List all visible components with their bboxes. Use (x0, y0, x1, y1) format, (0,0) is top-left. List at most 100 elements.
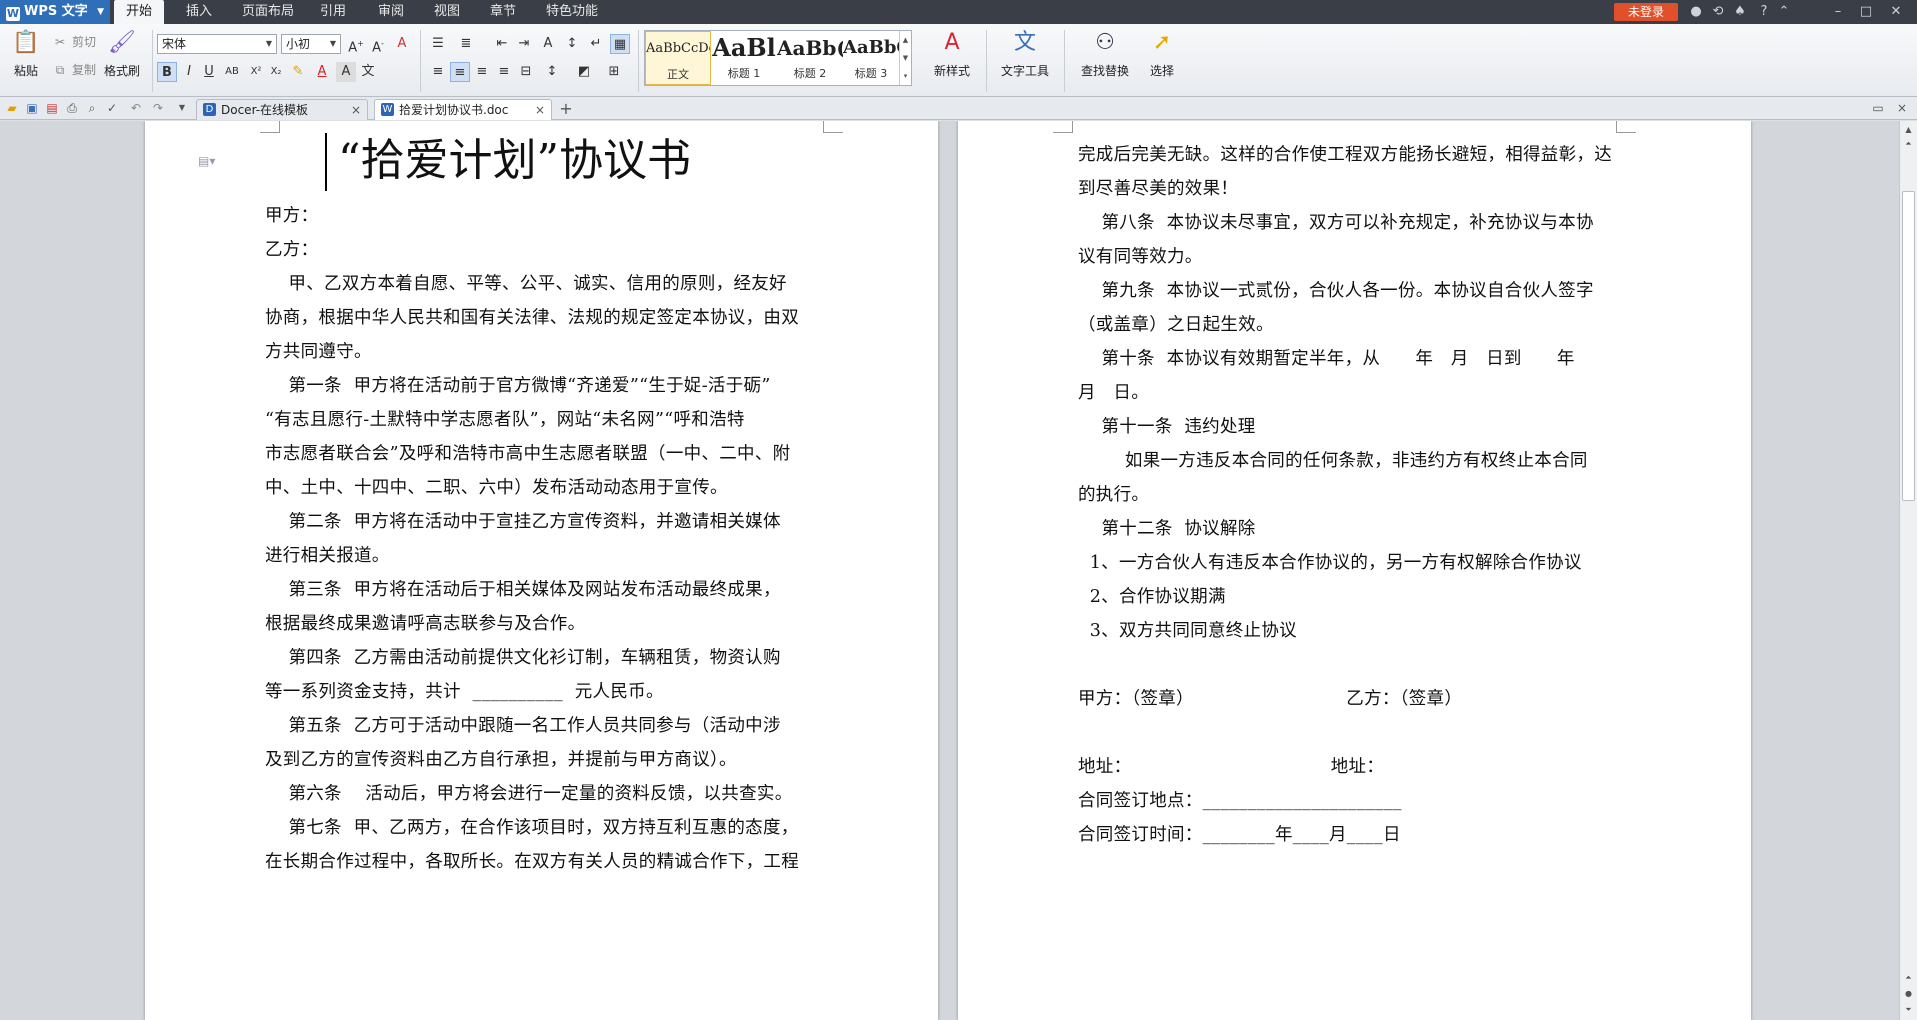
help-icon[interactable]: ? (1756, 4, 1772, 20)
divider (152, 30, 153, 92)
align-center-icon[interactable]: ≡ (450, 62, 470, 82)
chinese-layout-icon[interactable]: A (538, 34, 558, 54)
document-line: 第三条 甲方将在活动后于相关媒体及网站发布活动最终成果， (265, 580, 781, 600)
align-right-icon[interactable]: ≡ (472, 62, 492, 82)
style-heading-3[interactable]: AaBbC 标题 3 (843, 31, 899, 85)
new-style-button[interactable]: A 新样式 (924, 28, 980, 79)
document-line: 第五条 乙方可于活动中跟随一名工作人员共同参与（活动中涉 (265, 716, 781, 736)
strikethrough-icon[interactable]: AB (222, 62, 242, 82)
sync-icon[interactable]: ⟲ (1710, 4, 1726, 20)
page-up-icon[interactable]: ⏶ (1900, 971, 1917, 985)
paragraph-handle-icon[interactable]: ▤▾ (198, 154, 215, 168)
tab-chapter[interactable]: 章节 (478, 0, 528, 24)
document-page-1[interactable]: ▤▾ “拾爱计划”协议书 甲方： 乙方： 甲、乙双方本着自愿、平等、公平、诚实、信… (145, 121, 938, 1020)
document-line: 第十条 本协议有效期暂定半年，从 年 月 日到 年 (1078, 349, 1575, 369)
new-style-icon: A (944, 30, 960, 55)
copy-button[interactable]: ⧉ 复制 (52, 60, 96, 80)
tab-special-features[interactable]: 特色功能 (534, 0, 610, 24)
style-normal[interactable]: AaBbCcDd 正文 (645, 31, 711, 85)
close-icon[interactable]: ✕ (1888, 4, 1904, 20)
align-left-icon[interactable]: ≡ (428, 62, 448, 82)
maximize-icon[interactable]: □ (1858, 4, 1874, 20)
sort-icon[interactable]: ↕ (562, 34, 582, 54)
justify-icon[interactable]: ≡ (494, 62, 514, 82)
shading-icon[interactable]: ◩ (574, 62, 594, 82)
decrease-indent-icon[interactable]: ⇤ (492, 34, 512, 54)
close-tab-icon[interactable]: × (351, 100, 361, 120)
table-icon[interactable]: ▦ (610, 34, 630, 54)
format-painter-button[interactable]: 🖌 格式刷 (100, 28, 144, 79)
bold-icon[interactable]: B (157, 62, 177, 82)
select-browse-object-icon[interactable]: ● (1900, 987, 1917, 1001)
spell-check-icon[interactable]: ✓ (104, 100, 120, 116)
paste-button[interactable]: 📋 粘贴 (8, 28, 44, 79)
increase-indent-icon[interactable]: ⇥ (514, 34, 534, 54)
vertical-scrollbar[interactable]: ▲ ⏶ ⏶ ● ⏷ (1899, 121, 1917, 1020)
print-icon[interactable]: ⎙ (64, 100, 80, 116)
scroll-thumb[interactable] (1902, 191, 1915, 501)
close-doc-icon[interactable]: × (1894, 100, 1910, 116)
line-spacing-icon[interactable]: ↕ (542, 62, 562, 82)
app-menu-button[interactable]: W WPS 文字 ▼ (0, 0, 110, 24)
italic-icon[interactable]: I (179, 62, 199, 82)
word-doc-icon: W (381, 103, 394, 116)
phonetic-guide-icon[interactable]: 文 (358, 62, 378, 82)
page-up-icon[interactable]: ⏶ (1900, 137, 1917, 151)
redo-icon[interactable]: ↷ (150, 100, 166, 116)
close-tab-icon[interactable]: × (535, 100, 545, 120)
tab-docer-templates[interactable]: D Docer-在线模板 × (196, 99, 368, 120)
document-line: 的执行。 (1078, 485, 1150, 505)
clear-format-icon[interactable]: A (392, 34, 412, 54)
chevron-up-icon[interactable]: ⌃ (1776, 4, 1792, 20)
skin-icon[interactable]: ● (1688, 4, 1704, 20)
window-restore-icon[interactable]: ▭ (1870, 100, 1886, 116)
print-preview-icon[interactable]: ⌕ (84, 100, 100, 116)
font-name-select[interactable]: 宋体 ▼ (157, 34, 277, 54)
document-line: 及到乙方的宣传资料由乙方自行承担，并提前与甲方商议）。 (265, 750, 737, 770)
shrink-font-icon[interactable]: A- (368, 34, 388, 55)
underline-icon[interactable]: U (199, 62, 219, 82)
tab-view[interactable]: 视图 (422, 0, 472, 24)
numbered-list-icon[interactable]: ≣ (456, 34, 476, 54)
grow-font-icon[interactable]: A+ (346, 34, 366, 55)
tab-current-document[interactable]: W 拾爱计划协议书.doc × (374, 99, 552, 120)
binoculars-icon: ⚇ (1095, 30, 1115, 55)
highlight-icon[interactable]: ✎ (288, 62, 308, 82)
char-shading-icon[interactable]: A (336, 62, 356, 82)
bullet-list-icon[interactable]: ☰ (428, 34, 448, 54)
tab-insert[interactable]: 插入 (174, 0, 224, 24)
chevron-down-icon[interactable]: ▼ (174, 100, 190, 116)
docer-icon: D (203, 103, 216, 116)
superscript-icon[interactable]: X² (246, 62, 266, 82)
find-replace-button[interactable]: ⚇ 查找替换 (1074, 28, 1136, 79)
tab-references[interactable]: 引用 (308, 0, 358, 24)
border-icon[interactable]: ⊞ (604, 62, 624, 82)
shirt-icon[interactable]: ♠ (1732, 4, 1748, 20)
distributed-icon[interactable]: ⊟ (516, 62, 536, 82)
gallery-scroll[interactable]: ▲ ▼ ▾ (899, 31, 911, 85)
cut-button[interactable]: ✂ 剪切 (52, 32, 96, 52)
page-down-icon[interactable]: ⏷ (1900, 1003, 1917, 1017)
subscript-icon[interactable]: X₂ (266, 62, 286, 82)
tab-review[interactable]: 审阅 (366, 0, 416, 24)
tab-home[interactable]: 开始 (114, 0, 165, 24)
tab-page-layout[interactable]: 页面布局 (230, 0, 306, 24)
style-preview: AaBl (712, 33, 776, 62)
format-painter-label: 格式刷 (103, 64, 140, 78)
show-marks-icon[interactable]: ↵ (586, 34, 606, 54)
style-heading-2[interactable]: AaBb( 标题 2 (777, 31, 843, 85)
open-icon[interactable]: ▰ (4, 100, 20, 116)
export-pdf-icon[interactable]: ▤ (44, 100, 60, 116)
document-page-2[interactable]: 完成后完美无缺。这样的合作使工程双方能扬长避短，相得益彰，达 到尽善尽美的效果！ … (958, 121, 1751, 1020)
text-tools-button[interactable]: 文 文字工具 (994, 28, 1056, 79)
font-size-select[interactable]: 小初 ▼ (281, 34, 341, 54)
new-tab-button[interactable]: + (556, 99, 576, 119)
select-button[interactable]: ➚ 选择 (1140, 28, 1184, 79)
font-color-icon[interactable]: A (312, 62, 332, 82)
style-heading-1[interactable]: AaBl 标题 1 (711, 31, 777, 85)
minimize-icon[interactable]: – (1830, 4, 1846, 20)
scroll-up-icon[interactable]: ▲ (1900, 123, 1917, 137)
login-button[interactable]: 未登录 (1614, 3, 1678, 21)
undo-icon[interactable]: ↶ (128, 100, 144, 116)
save-icon[interactable]: ▣ (24, 100, 40, 116)
